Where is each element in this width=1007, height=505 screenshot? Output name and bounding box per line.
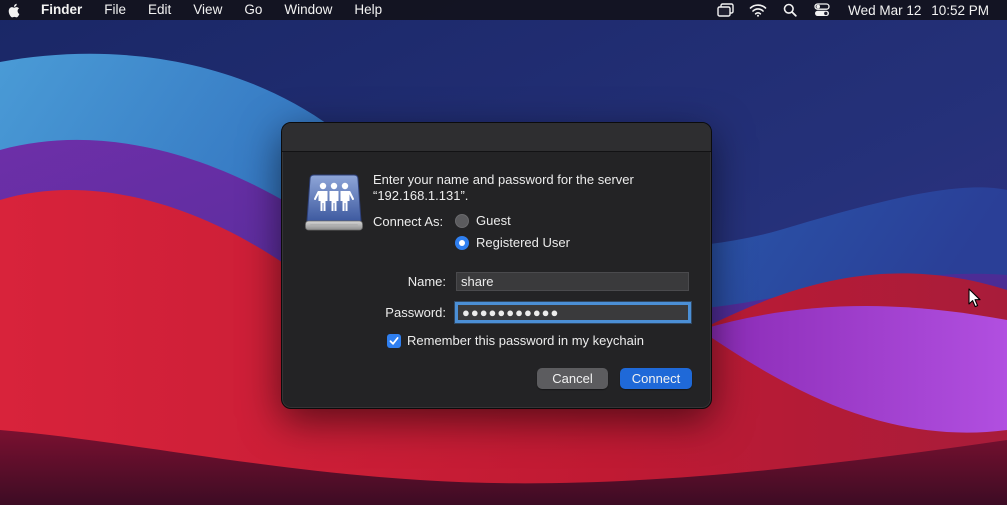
registered-user-radio-button[interactable] [455, 235, 469, 250]
clock-date: Wed Mar 12 [848, 2, 922, 18]
prompt-line-1: Enter your name and password for the ser… [373, 172, 634, 187]
server-prompt-text: Enter your name and password for the ser… [373, 172, 683, 204]
menu-file[interactable]: File [93, 0, 137, 20]
name-field[interactable] [456, 272, 689, 291]
password-field[interactable] [455, 302, 691, 323]
guest-radio-button[interactable] [455, 213, 469, 228]
remember-password-checkbox[interactable] [387, 333, 401, 348]
menu-view[interactable]: View [182, 0, 233, 20]
apple-menu-icon[interactable] [7, 2, 21, 18]
connect-to-server-dialog: Enter your name and password for the ser… [281, 122, 712, 409]
connect-button[interactable]: Connect [620, 368, 692, 389]
spotlight-search-icon[interactable] [781, 3, 799, 17]
connect-as-label: Connect As: [373, 214, 444, 229]
checkmark-icon [389, 336, 399, 345]
remember-password-label: Remember this password in my keychain [407, 333, 644, 348]
guest-radio-option[interactable]: Guest [455, 213, 511, 228]
wifi-icon[interactable] [749, 3, 767, 17]
guest-radio-label: Guest [476, 213, 511, 228]
password-label: Password: [385, 305, 446, 320]
screen-mirroring-icon[interactable] [717, 3, 735, 17]
menu-window[interactable]: Window [273, 0, 343, 20]
control-center-icon[interactable] [813, 3, 831, 17]
menu-bar-clock[interactable]: Wed Mar 12 10:52 PM [848, 3, 989, 18]
menu-help[interactable]: Help [343, 0, 393, 20]
prompt-server-address: “192.168.1.131”. [373, 188, 469, 203]
registered-user-radio-option[interactable]: Registered User [455, 235, 570, 250]
shared-server-icon [304, 173, 364, 233]
dialog-titlebar[interactable] [282, 123, 711, 152]
name-label: Name: [407, 274, 446, 289]
registered-user-radio-label: Registered User [476, 235, 570, 250]
remember-password-option[interactable]: Remember this password in my keychain [387, 333, 644, 348]
clock-time: 10:52 PM [931, 2, 989, 18]
cancel-button[interactable]: Cancel [537, 368, 608, 389]
menu-app-finder[interactable]: Finder [35, 0, 93, 20]
menu-edit[interactable]: Edit [137, 0, 182, 20]
menu-bar: Finder File Edit View Go Window Help Wed… [0, 0, 1007, 20]
menu-go[interactable]: Go [233, 0, 273, 20]
mouse-pointer-icon [968, 288, 981, 308]
